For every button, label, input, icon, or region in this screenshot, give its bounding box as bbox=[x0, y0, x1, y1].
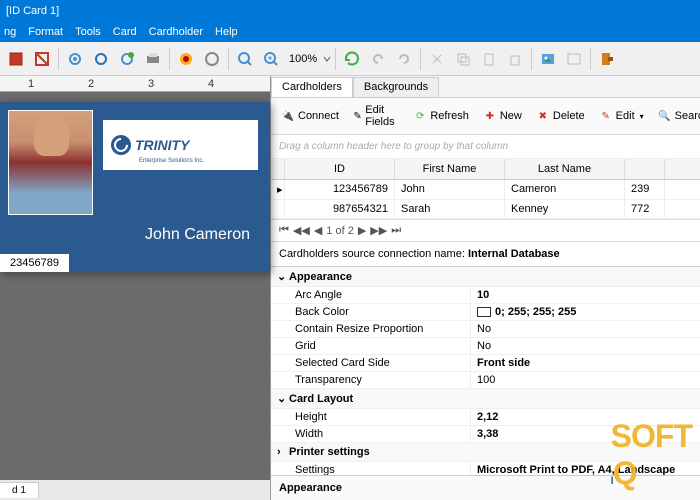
pager-first-icon[interactable]: ⏮ bbox=[279, 224, 289, 237]
prop-row[interactable]: Arc Angle10 bbox=[271, 287, 700, 304]
pager-prev-icon[interactable]: ◀◀ bbox=[293, 224, 310, 237]
card-logo[interactable]: TRINITY Enterprise Solutions Inc. bbox=[103, 120, 258, 170]
menu-item-tools[interactable]: Tools bbox=[75, 26, 101, 38]
print-icon[interactable] bbox=[141, 47, 165, 71]
prop-row[interactable]: Transparency100 bbox=[271, 372, 700, 389]
tab-cardholders[interactable]: Cardholders bbox=[271, 77, 353, 97]
logo-subtitle: Enterprise Solutions Inc. bbox=[139, 158, 204, 164]
grid-pager: ⏮ ◀◀ ◀ 1 of 2 ▶ ▶▶ ⏭ bbox=[271, 220, 700, 242]
record-icon[interactable] bbox=[200, 47, 224, 71]
col-selector[interactable] bbox=[271, 159, 285, 179]
image2-icon[interactable] bbox=[562, 47, 586, 71]
canvas-tabs: d 1 bbox=[0, 480, 270, 500]
prop-row[interactable]: GridNo bbox=[271, 338, 700, 355]
menu-item[interactable]: ng bbox=[4, 26, 16, 38]
edit-fields-button[interactable]: ✎Edit Fields bbox=[349, 102, 403, 130]
prop-row[interactable]: Back Color0; 255; 255; 255 bbox=[271, 304, 700, 321]
design-canvas: 1234 TRINITY Enterprise Solutions Inc. J… bbox=[0, 76, 271, 500]
pager-last-icon[interactable]: ⏭ bbox=[391, 224, 401, 237]
edit2-icon: ✎ bbox=[599, 109, 613, 123]
search-icon: 🔍 bbox=[658, 109, 672, 123]
menu-bar: ng Format Tools Card Cardholder Help bbox=[0, 22, 700, 42]
col-id[interactable]: ID bbox=[285, 159, 395, 179]
cardholder-grid: ID First Name Last Name ▸ 123456789 John… bbox=[271, 159, 700, 220]
zoom-out-icon[interactable] bbox=[233, 47, 257, 71]
pager-fwd-icon[interactable]: ▶▶ bbox=[370, 224, 387, 237]
edit-button[interactable]: ✎Edit▾ bbox=[595, 107, 648, 125]
delete-icon: ✖ bbox=[536, 109, 550, 123]
group-appearance[interactable]: ⌄Appearance bbox=[271, 267, 700, 287]
new-icon: ✚ bbox=[483, 109, 497, 123]
gear-blue-icon[interactable] bbox=[89, 47, 113, 71]
prop-row[interactable]: Width3,38 bbox=[271, 426, 700, 443]
zoom-level[interactable]: 100% bbox=[285, 53, 321, 65]
horizontal-ruler: 1234 bbox=[0, 76, 270, 92]
search-button[interactable]: 🔍Search bbox=[654, 107, 700, 125]
panel-tabs: Cardholders Backgrounds bbox=[271, 76, 700, 98]
cut-icon[interactable] bbox=[425, 47, 449, 71]
undo-icon[interactable] bbox=[366, 47, 390, 71]
new-button[interactable]: ✚New bbox=[479, 107, 526, 125]
grid-header: ID First Name Last Name bbox=[271, 159, 700, 180]
canvas-tab[interactable]: d 1 bbox=[0, 482, 39, 498]
menu-item-format[interactable]: Format bbox=[28, 26, 63, 38]
cardholder-toolbar: 🔌Connect ✎Edit Fields ⟳Refresh ✚New ✖Del… bbox=[271, 98, 700, 135]
delete-icon[interactable] bbox=[503, 47, 527, 71]
group-by-hint[interactable]: Drag a column header here to group by th… bbox=[271, 135, 700, 159]
toolbar-button[interactable] bbox=[4, 47, 28, 71]
col-firstname[interactable]: First Name bbox=[395, 159, 505, 179]
window-title: [ID Card 1] bbox=[6, 5, 59, 17]
col-lastname[interactable]: Last Name bbox=[505, 159, 625, 179]
menu-item-help[interactable]: Help bbox=[215, 26, 238, 38]
exit-icon[interactable] bbox=[595, 47, 619, 71]
prop-row[interactable]: SettingsMicrosoft Print to PDF, A4, Land… bbox=[271, 462, 700, 475]
menu-item-card[interactable]: Card bbox=[113, 26, 137, 38]
redo-icon[interactable] bbox=[392, 47, 416, 71]
pager-next-icon[interactable]: ▶ bbox=[358, 224, 366, 237]
zoom-in-icon[interactable] bbox=[259, 47, 283, 71]
zoom-control: 100% bbox=[233, 47, 331, 71]
cardholder-id[interactable]: 23456789 bbox=[0, 254, 69, 272]
paste-icon[interactable] bbox=[477, 47, 501, 71]
main-toolbar: 100% bbox=[0, 42, 700, 76]
property-description: Appearance bbox=[271, 475, 700, 500]
pager-status: 1 of 2 bbox=[326, 225, 354, 237]
pager-back-icon[interactable]: ◀ bbox=[314, 224, 322, 237]
logo-text: TRINITY bbox=[135, 137, 189, 153]
image-icon[interactable] bbox=[536, 47, 560, 71]
cardholder-name[interactable]: John Cameron bbox=[145, 226, 250, 244]
cardholder-photo[interactable] bbox=[8, 110, 93, 215]
source-connection: Cardholders source connection name: Inte… bbox=[271, 242, 700, 267]
gear-icon[interactable] bbox=[63, 47, 87, 71]
connect-button[interactable]: 🔌Connect bbox=[277, 107, 343, 125]
window-titlebar: [ID Card 1] bbox=[0, 0, 700, 22]
col-extra[interactable] bbox=[625, 159, 665, 179]
id-card-preview[interactable]: TRINITY Enterprise Solutions Inc. John C… bbox=[0, 102, 270, 272]
tab-backgrounds[interactable]: Backgrounds bbox=[353, 77, 439, 97]
table-row[interactable]: 987654321 Sarah Kenney 772 bbox=[271, 200, 700, 219]
copy-icon[interactable] bbox=[451, 47, 475, 71]
prop-row[interactable]: Contain Resize ProportionNo bbox=[271, 321, 700, 338]
property-grid: ⌄Appearance Arc Angle10 Back Color0; 255… bbox=[271, 267, 700, 475]
group-printer[interactable]: ›Printer settings bbox=[271, 443, 700, 462]
table-row[interactable]: ▸ 123456789 John Cameron 239 bbox=[271, 180, 700, 200]
menu-item-cardholder[interactable]: Cardholder bbox=[149, 26, 203, 38]
delete-button[interactable]: ✖Delete bbox=[532, 107, 589, 125]
connect-icon: 🔌 bbox=[281, 109, 295, 123]
prop-row[interactable]: Height2,12 bbox=[271, 409, 700, 426]
toolbar-button[interactable] bbox=[30, 47, 54, 71]
refresh-icon: ⟳ bbox=[413, 109, 427, 123]
refresh-button[interactable]: ⟳Refresh bbox=[409, 107, 473, 125]
group-layout[interactable]: ⌄Card Layout bbox=[271, 389, 700, 409]
edit-icon: ✎ bbox=[353, 109, 362, 123]
prop-row[interactable]: Selected Card SideFront side bbox=[271, 355, 700, 372]
plugin-icon[interactable] bbox=[174, 47, 198, 71]
refresh-icon[interactable] bbox=[340, 47, 364, 71]
gear-green-icon[interactable] bbox=[115, 47, 139, 71]
